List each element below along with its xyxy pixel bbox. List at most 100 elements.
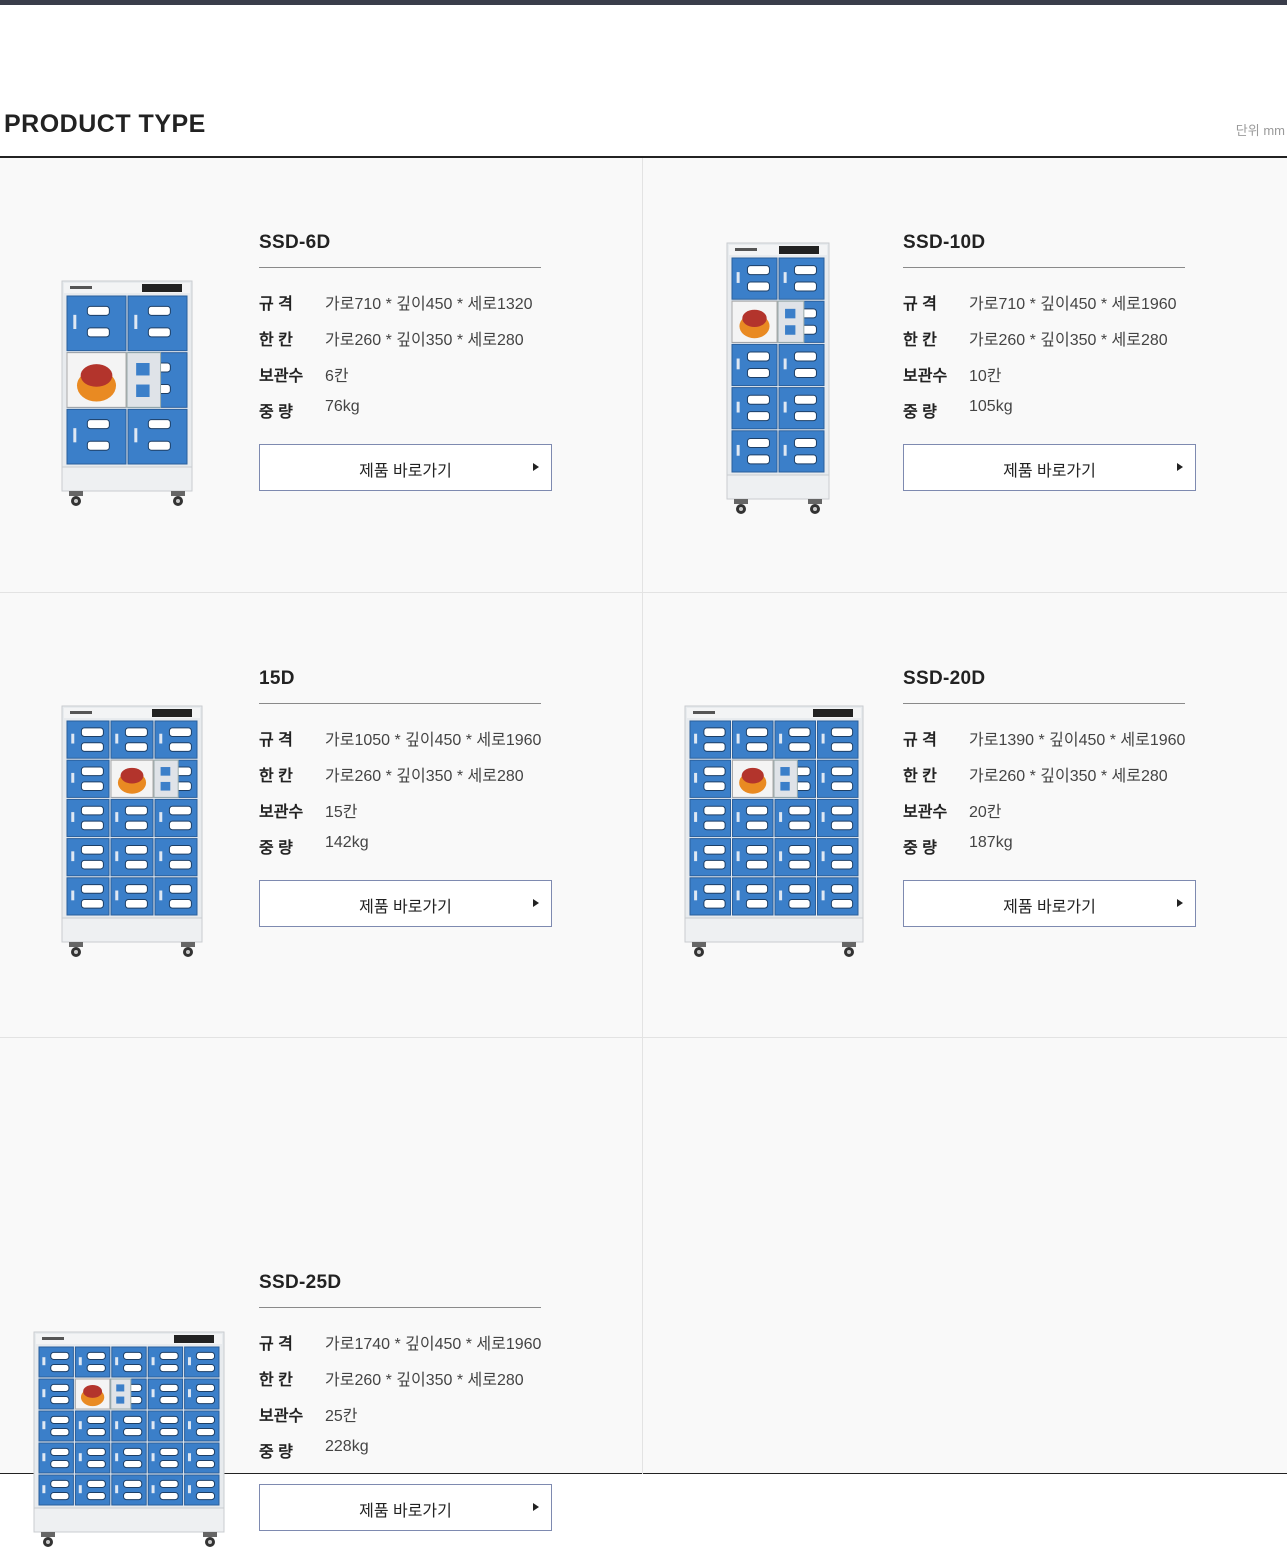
product-name: SSD-25D [259,1272,541,1308]
product-link-button[interactable]: 제품 바로가기 [903,880,1196,927]
spec-label: 보관수 [259,368,304,385]
spec-value: 105kg [969,398,1013,415]
spec-value: 가로1050 * 깊이450 * 세로1960 [325,732,542,749]
product-image [684,705,864,957]
spec-row-weight: 중 량 76kg [259,398,559,434]
product-info: SSD-10D 규 격 가로710 * 깊이450 * 세로1960 한 칸 가로2… [903,232,1203,491]
spec-row-compartment: 한 칸 가로260 * 깊이350 * 세로280 [903,762,1203,798]
spec-label: 규 격 [259,296,293,313]
spec-value: 가로260 * 깊이350 * 세로280 [969,768,1168,785]
product-image [61,705,203,957]
spec-label: 규 격 [903,732,937,749]
spec-value: 6칸 [325,368,349,385]
spec-value: 25칸 [325,1408,358,1425]
spec-row-size: 규 격 가로1390 * 깊이450 * 세로1960 [903,726,1203,762]
product-info: SSD-6D 규 격 가로710 * 깊이450 * 세로1320 한 칸 가로26… [259,232,559,491]
spec-row-compartment: 한 칸 가로260 * 깊이350 * 세로280 [903,326,1203,362]
spec-value: 142kg [325,834,369,851]
button-label: 제품 바로가기 [359,463,452,480]
spec-row-compartment: 한 칸 가로260 * 깊이350 * 세로280 [259,1366,559,1402]
spec-value: 가로710 * 깊이450 * 세로1320 [325,296,533,313]
spec-value: 228kg [325,1438,369,1455]
product-card: SSD-25D 규 격 가로1740 * 깊이450 * 세로1960 한 칸 가로… [0,1038,643,1547]
spec-label: 규 격 [903,296,937,313]
spec-row-weight: 중 량 105kg [903,398,1203,434]
page-title: PRODUCT TYPE [4,110,206,138]
spec-value: 가로260 * 깊이350 * 세로280 [325,332,524,349]
product-name: SSD-6D [259,232,541,268]
spec-list: 규 격 가로1740 * 깊이450 * 세로1960 한 칸 가로260 * 깊이… [259,1330,559,1474]
product-image [33,1331,225,1547]
product-card: SSD-10D 규 격 가로710 * 깊이450 * 세로1960 한 칸 가로2… [643,158,1287,593]
button-label: 제품 바로가기 [359,899,452,916]
spec-label: 한 칸 [259,1372,293,1389]
product-link-button[interactable]: 제품 바로가기 [903,444,1196,491]
spec-label: 보관수 [259,804,304,821]
spec-list: 규 격 가로710 * 깊이450 * 세로1320 한 칸 가로260 * 깊이3… [259,290,559,434]
product-name: SSD-20D [903,668,1185,704]
spec-label: 보관수 [903,804,948,821]
spec-row-storage: 보관수 25칸 [259,1402,559,1438]
product-link-button[interactable]: 제품 바로가기 [259,880,552,927]
spec-label: 중 량 [903,404,937,421]
button-label: 제품 바로가기 [359,1503,452,1520]
spec-value: 가로260 * 깊이350 * 세로280 [325,1372,524,1389]
product-name: SSD-10D [903,232,1185,268]
product-link-button[interactable]: 제품 바로가기 [259,444,552,491]
spec-label: 한 칸 [903,768,937,785]
triangle-right-icon [533,1503,539,1511]
spec-row-storage: 보관수 20칸 [903,798,1203,834]
spec-row-size: 규 격 가로710 * 깊이450 * 세로1320 [259,290,559,326]
product-image [61,280,193,506]
product-card: SSD-20D 규 격 가로1390 * 깊이450 * 세로1960 한 칸 가로… [643,593,1287,1038]
button-label: 제품 바로가기 [1003,899,1096,916]
spec-row-storage: 보관수 15칸 [259,798,559,834]
product-image [726,242,830,514]
product-info: SSD-25D 규 격 가로1740 * 깊이450 * 세로1960 한 칸 가로… [259,1272,559,1531]
spec-row-compartment: 한 칸 가로260 * 깊이350 * 세로280 [259,762,559,798]
product-card: 15D 규 격 가로1050 * 깊이450 * 세로1960 한 칸 가로260 … [0,593,643,1038]
spec-label: 한 칸 [259,768,293,785]
empty-cell [643,1038,1287,1474]
unit-label: 단위 mm [1235,123,1285,138]
spec-label: 중 량 [259,404,293,421]
spec-label: 한 칸 [259,332,293,349]
product-link-button[interactable]: 제품 바로가기 [259,1484,552,1531]
spec-value: 15칸 [325,804,358,821]
spec-value: 가로260 * 깊이350 * 세로280 [969,332,1168,349]
spec-list: 규 격 가로1050 * 깊이450 * 세로1960 한 칸 가로260 * 깊이… [259,726,559,870]
product-info: 15D 규 격 가로1050 * 깊이450 * 세로1960 한 칸 가로260 … [259,668,559,927]
spec-label: 한 칸 [903,332,937,349]
spec-list: 규 격 가로710 * 깊이450 * 세로1960 한 칸 가로260 * 깊이3… [903,290,1203,434]
top-bar [0,0,1287,5]
spec-value: 10칸 [969,368,1002,385]
spec-row-size: 규 격 가로1740 * 깊이450 * 세로1960 [259,1330,559,1366]
spec-row-weight: 중 량 187kg [903,834,1203,870]
button-label: 제품 바로가기 [1003,463,1096,480]
spec-value: 187kg [969,834,1013,851]
spec-value: 가로1740 * 깊이450 * 세로1960 [325,1336,542,1353]
spec-label: 중 량 [259,1444,293,1461]
triangle-right-icon [1177,899,1183,907]
spec-row-storage: 보관수 6칸 [259,362,559,398]
spec-value: 76kg [325,398,360,415]
spec-row-weight: 중 량 142kg [259,834,559,870]
spec-list: 규 격 가로1390 * 깊이450 * 세로1960 한 칸 가로260 * 깊이… [903,726,1203,870]
spec-row-compartment: 한 칸 가로260 * 깊이350 * 세로280 [259,326,559,362]
spec-value: 가로1390 * 깊이450 * 세로1960 [969,732,1186,749]
product-card: SSD-6D 규 격 가로710 * 깊이450 * 세로1320 한 칸 가로26… [0,158,643,593]
spec-label: 규 격 [259,1336,293,1353]
spec-row-storage: 보관수 10칸 [903,362,1203,398]
spec-label: 보관수 [903,368,948,385]
spec-value: 20칸 [969,804,1002,821]
spec-label: 중 량 [259,840,293,857]
product-name: 15D [259,668,541,704]
spec-row-size: 규 격 가로710 * 깊이450 * 세로1960 [903,290,1203,326]
triangle-right-icon [533,899,539,907]
spec-row-size: 규 격 가로1050 * 깊이450 * 세로1960 [259,726,559,762]
section-header: PRODUCT TYPE 단위 mm [0,100,1287,158]
product-info: SSD-20D 규 격 가로1390 * 깊이450 * 세로1960 한 칸 가로… [903,668,1203,927]
triangle-right-icon [1177,463,1183,471]
triangle-right-icon [533,463,539,471]
spec-row-weight: 중 량 228kg [259,1438,559,1474]
